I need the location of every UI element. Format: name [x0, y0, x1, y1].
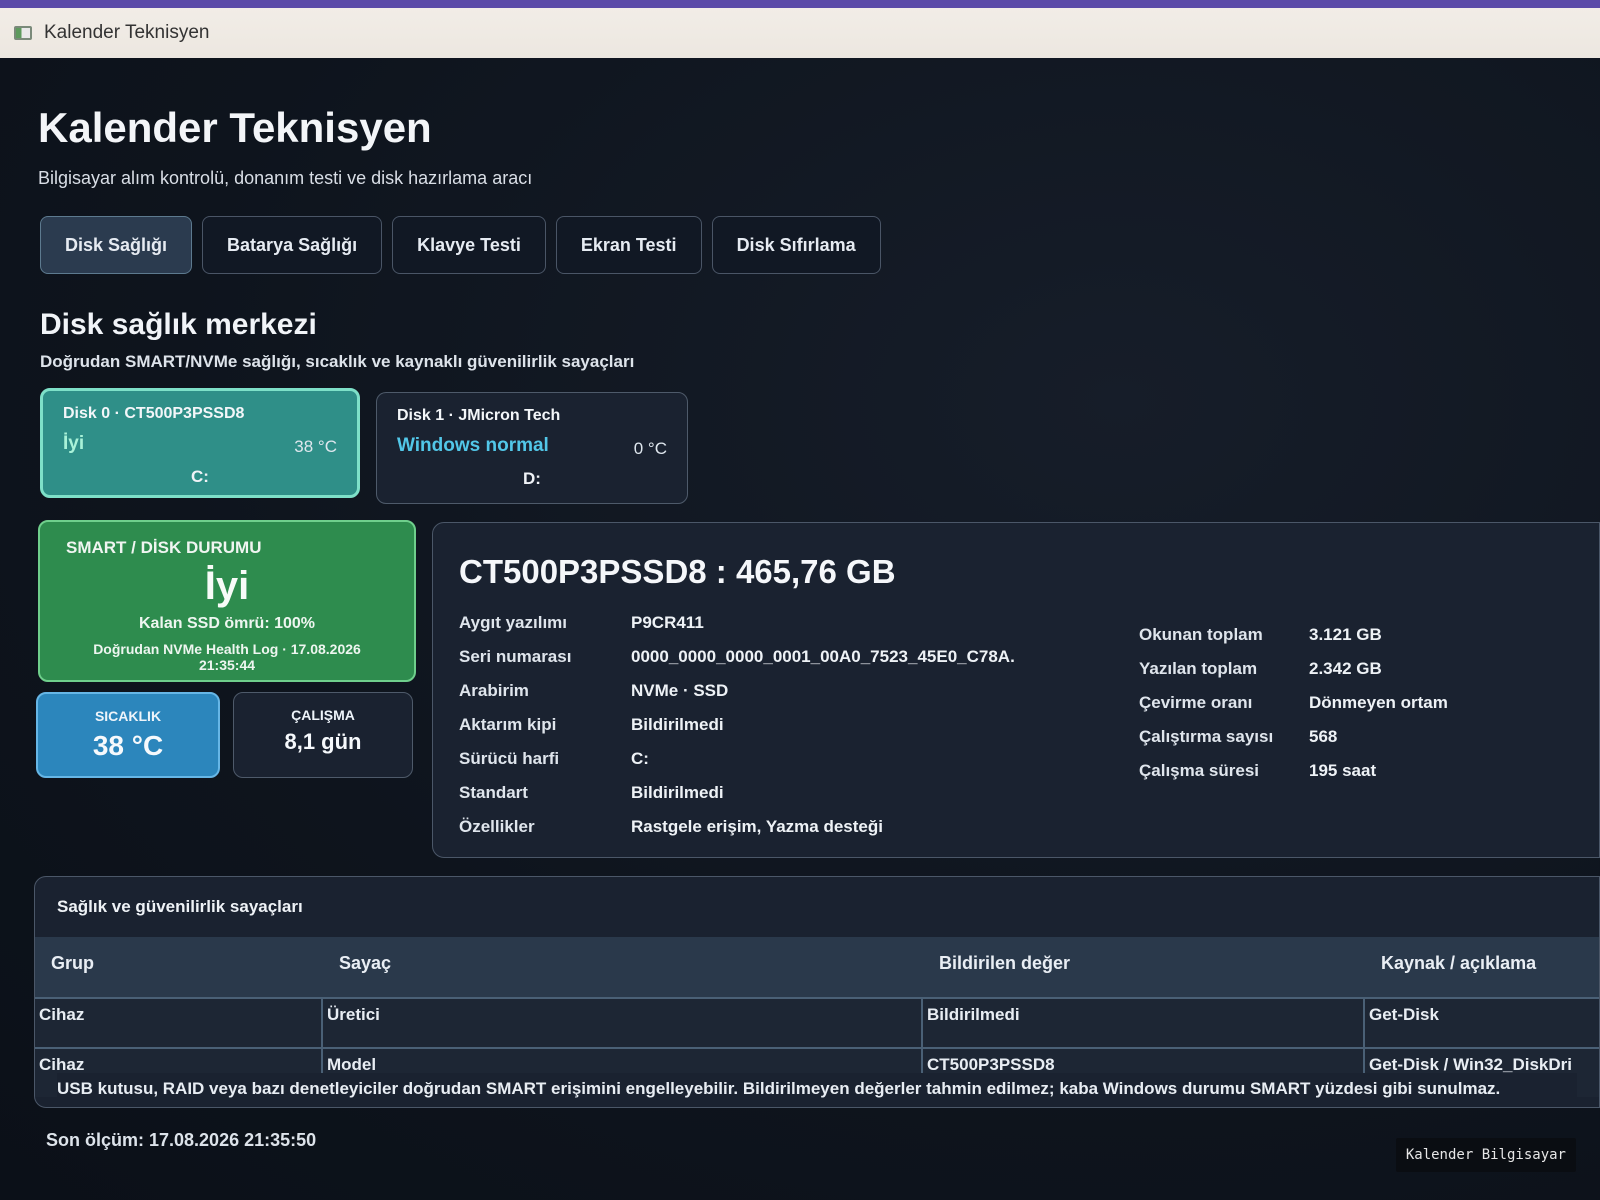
disk-detail-title: CT500P3PSSD8 : 465,76 GB — [459, 553, 896, 590]
uptime-value: 8,1 gün — [284, 729, 362, 754]
detail-key: Aygıt yazılımı — [459, 613, 568, 632]
column-header-source[interactable]: Kaynak / açıklama — [1381, 953, 1536, 974]
temperature-value: 38 °C — [92, 730, 164, 761]
table-header: Grup Sayaç Bildirilen değer Kaynak / açı… — [35, 937, 1599, 997]
detail-value: Rastgele erişim, Yazma desteği — [631, 817, 883, 836]
detail-value: 568 — [1309, 727, 1338, 746]
disk-card-title: Disk 0 · CT500P3PSSD8 — [63, 405, 245, 422]
tab-battery-health[interactable]: Batarya Sağlığı — [202, 216, 383, 274]
uptime-card: ÇALIŞMA 8,1 gün — [233, 692, 413, 778]
tab-disk-reset[interactable]: Disk Sıfırlama — [711, 216, 881, 274]
column-header-group[interactable]: Grup — [51, 953, 94, 974]
brand-badge: Kalender Bilgisayar — [1395, 1138, 1576, 1172]
uptime-label: ÇALIŞMA — [291, 707, 355, 723]
detail-value: Bildirilmedi — [631, 715, 724, 734]
tab-screen-test[interactable]: Ekran Testi — [555, 216, 702, 274]
tab-bar: Disk Sağlığı Batarya Sağlığı Klavye Test… — [40, 216, 881, 274]
section-subtitle: Doğrudan SMART/NVMe sağlığı, sıcaklık ve… — [40, 352, 635, 371]
tab-keyboard-test[interactable]: Klavye Testi — [392, 216, 546, 274]
smart-status-card: SMART / DİSK DURUMU İyi Kalan SSD ömrü: … — [38, 520, 416, 682]
detail-key: Çalışma süresi — [1139, 761, 1260, 780]
disk-card-drive: C: — [191, 467, 209, 486]
detail-key: Özellikler — [459, 817, 535, 836]
column-header-value[interactable]: Bildirilen değer — [939, 953, 1070, 974]
detail-key: Sürücü harfi — [459, 749, 560, 768]
window-titlebar: Kalender Teknisyen — [0, 0, 1600, 58]
app-subtitle: Bilgisayar alım kontrolü, donanım testi … — [38, 168, 533, 188]
detail-value: 0000_0000_0000_0001_00A0_7523_45E0_C78A. — [631, 647, 1015, 666]
detail-key: Aktarım kipi — [459, 715, 557, 734]
detail-key: Seri numarası — [459, 647, 572, 666]
counters-note: USB kutusu, RAID veya bazı denetleyicile… — [57, 1073, 1577, 1099]
tab-disk-health[interactable]: Disk Sağlığı — [40, 216, 193, 274]
app-content: Kalender Teknisyen Bilgisayar alım kontr… — [0, 58, 1600, 1200]
disk-card-1[interactable]: Disk 1 · JMicron Tech Windows normal 0 °… — [376, 392, 688, 504]
disk-card-temp: 38 °C — [294, 437, 337, 456]
temperature-label: SICAKLIK — [94, 708, 162, 724]
detail-key: Standart — [459, 783, 528, 802]
detail-value: Bildirilmedi — [631, 783, 724, 802]
cell-group: Cihaz — [39, 1055, 85, 1074]
detail-key: Arabirim — [459, 681, 529, 700]
table-row[interactable]: Cihaz Üretici Bildirilmedi Get-Disk — [35, 997, 1599, 1049]
last-measurement: Son ölçüm: 17.08.2026 21:35:50 — [46, 1130, 317, 1150]
smart-status-value: İyi — [204, 564, 250, 608]
detail-value: NVMe · SSD — [631, 681, 729, 700]
app-icon — [14, 26, 32, 40]
detail-key: Çalıştırma sayısı — [1139, 727, 1274, 746]
cell-counter: Üretici — [327, 1005, 380, 1024]
detail-key: Yazılan toplam — [1139, 659, 1258, 678]
disk-card-title: Disk 1 · JMicron Tech — [397, 407, 561, 424]
smart-status-label: SMART / DİSK DURUMU — [66, 538, 262, 557]
disk-card-temp: 0 °C — [633, 439, 667, 458]
temperature-card: SICAKLIK 38 °C — [36, 692, 220, 778]
disk-card-drive: D: — [523, 469, 541, 488]
smart-source: Doğrudan NVMe Health Log · 17.08.2026 21… — [93, 641, 361, 673]
disk-card-status: Windows normal — [397, 435, 549, 456]
counters-panel: Sağlık ve güvenilirlik sayaçları Grup Sa… — [34, 876, 1600, 1108]
counters-table: Grup Sayaç Bildirilen değer Kaynak / açı… — [35, 937, 1599, 1099]
detail-value: 195 saat — [1309, 761, 1377, 780]
cell-group: Cihaz — [39, 1005, 85, 1024]
cell-source: Get-Disk / Win32_DiskDri — [1369, 1055, 1572, 1074]
column-header-counter[interactable]: Sayaç — [339, 953, 391, 974]
detail-value: P9CR411 — [631, 613, 704, 632]
disk-card-status: İyi — [63, 433, 85, 454]
detail-value: 3.121 GB — [1309, 625, 1382, 644]
cell-counter: Model — [327, 1055, 377, 1074]
detail-value: 2.342 GB — [1309, 659, 1382, 678]
app-title: Kalender Teknisyen — [38, 104, 432, 151]
detail-key: Okunan toplam — [1139, 625, 1263, 644]
detail-value: C: — [631, 749, 649, 768]
disk-card-0[interactable]: Disk 0 · CT500P3PSSD8 İyi 38 °C C: — [40, 388, 360, 498]
ssd-life-remaining: Kalan SSD ömrü: 100% — [138, 615, 316, 632]
section-title: Disk sağlık merkezi — [40, 308, 317, 341]
detail-value: Dönmeyen ortam — [1309, 693, 1448, 712]
cell-source: Get-Disk — [1369, 1005, 1439, 1024]
disk-detail-panel: CT500P3PSSD8 : 465,76 GB Aygıt yazılımı … — [432, 522, 1600, 858]
window-title: Kalender Teknisyen — [44, 22, 210, 43]
cell-value: Bildirilmedi — [927, 1005, 1020, 1024]
cell-value: CT500P3PSSD8 — [927, 1055, 1055, 1074]
counters-title: Sağlık ve güvenilirlik sayaçları — [57, 897, 303, 916]
detail-key: Çevirme oranı — [1139, 693, 1253, 712]
